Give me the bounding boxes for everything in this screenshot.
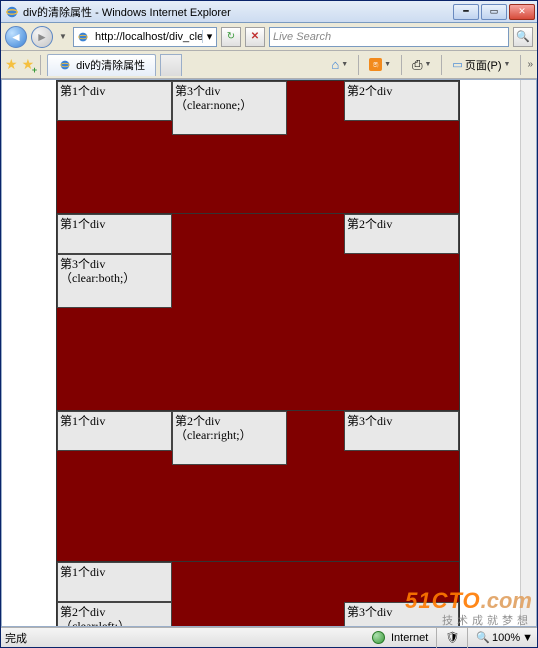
- history-dropdown[interactable]: ▼: [57, 26, 69, 48]
- forward-button[interactable]: ►: [31, 26, 53, 48]
- separator: [436, 628, 437, 648]
- page-body: 第1个div第3个div（clear:none;）第2个div第1个div第2个…: [56, 80, 516, 627]
- demo-block: 第1个div第2个div（clear:right;） 第3个div: [56, 410, 460, 562]
- separator: [467, 628, 468, 648]
- print-button[interactable]: ▼: [408, 55, 435, 75]
- stop-icon: ✕: [251, 31, 259, 42]
- browser-tab[interactable]: div的清除属性: [47, 54, 156, 76]
- command-bar: ★ ★ div的清除属性 ⌂▼ ෧▼ ▼ 页面(P)▼ »: [1, 51, 537, 79]
- zoom-control[interactable]: 🔍 100% ▼: [476, 631, 533, 644]
- address-bar[interactable]: http://localhost/div_cle... ▾: [73, 27, 217, 47]
- status-bar: 完成 Internet 🛡 🔍 100% ▼: [1, 627, 537, 647]
- separator: [358, 55, 359, 75]
- address-dropdown[interactable]: ▾: [202, 30, 216, 43]
- page-menu-icon: [452, 58, 462, 71]
- rss-icon: ෧: [369, 58, 382, 71]
- chevron-right-icon[interactable]: »: [527, 59, 533, 70]
- internet-zone-icon: [372, 631, 385, 644]
- zoom-icon: 🔍: [476, 631, 490, 644]
- separator: [520, 55, 521, 75]
- ie-logo-icon: [5, 5, 19, 19]
- div-box: 第1个div: [57, 411, 172, 451]
- home-button[interactable]: ⌂▼: [327, 55, 352, 75]
- demo-block: 第1个div第2个div（clear:left;） 第3个div: [56, 561, 460, 627]
- refresh-icon: ↻: [227, 31, 235, 42]
- zone-label: Internet: [391, 632, 428, 644]
- content-viewport: 第1个div第3个div（clear:none;）第2个div第1个div第2个…: [1, 79, 537, 627]
- close-button[interactable]: ✕: [509, 4, 535, 20]
- add-favorite-icon[interactable]: ★: [22, 56, 35, 73]
- separator: [441, 55, 442, 75]
- maximize-button[interactable]: ▭: [481, 4, 507, 20]
- separator: [40, 55, 41, 75]
- div-box: 第2个div: [344, 214, 459, 254]
- page-menu-button[interactable]: 页面(P)▼: [448, 55, 514, 75]
- separator: [401, 55, 402, 75]
- nav-bar: ◄ ► ▼ http://localhost/div_cle... ▾ ↻ ✕ …: [1, 23, 537, 51]
- feeds-button[interactable]: ෧▼: [365, 55, 395, 75]
- search-placeholder: Live Search: [273, 31, 331, 43]
- status-text: 完成: [5, 630, 366, 646]
- zoom-value: 100%: [492, 632, 520, 644]
- vertical-scrollbar[interactable]: [520, 80, 536, 626]
- stop-button[interactable]: ✕: [245, 27, 265, 47]
- div-box: 第2个div: [344, 81, 459, 121]
- div-box: 第1个div: [57, 81, 172, 121]
- page-icon: [76, 30, 90, 44]
- div-box: 第1个div: [57, 214, 172, 254]
- title-bar: div的清除属性 - Windows Internet Explorer ━ ▭…: [1, 1, 537, 23]
- protected-mode-icon: 🛡: [445, 631, 459, 644]
- home-icon: ⌂: [331, 57, 339, 72]
- div-box: 第3个div: [344, 602, 459, 627]
- search-icon: 🔍: [516, 30, 530, 43]
- url-text: http://localhost/div_cle...: [92, 31, 202, 43]
- window-frame: div的清除属性 - Windows Internet Explorer ━ ▭…: [0, 0, 538, 648]
- div-box: 第3个div（clear:both;）: [57, 254, 172, 308]
- search-button[interactable]: 🔍: [513, 27, 533, 47]
- refresh-button[interactable]: ↻: [221, 27, 241, 47]
- div-box: 第3个div: [344, 411, 459, 451]
- div-box: 第2个div（clear:right;）: [172, 411, 287, 465]
- back-button[interactable]: ◄: [5, 26, 27, 48]
- tab-label: div的清除属性: [76, 57, 145, 73]
- tab-page-icon: [58, 58, 72, 72]
- print-icon: [412, 57, 422, 73]
- demo-block: 第1个div 第2个div 第3个div（clear:both;）: [56, 213, 460, 411]
- zoom-dropdown: ▼: [522, 632, 533, 644]
- div-box: 第1个div: [57, 562, 172, 602]
- window-title: div的清除属性 - Windows Internet Explorer: [23, 4, 453, 20]
- page-menu-label: 页面(P): [465, 57, 502, 73]
- favorites-icon[interactable]: ★: [5, 56, 18, 73]
- minimize-button[interactable]: ━: [453, 4, 479, 20]
- demo-block: 第1个div第3个div（clear:none;） 第2个div: [56, 80, 460, 214]
- div-box: 第3个div（clear:none;）: [172, 81, 287, 135]
- search-input[interactable]: Live Search: [269, 27, 509, 47]
- new-tab-button[interactable]: [160, 54, 182, 76]
- div-box: 第2个div（clear:left;）: [57, 602, 172, 627]
